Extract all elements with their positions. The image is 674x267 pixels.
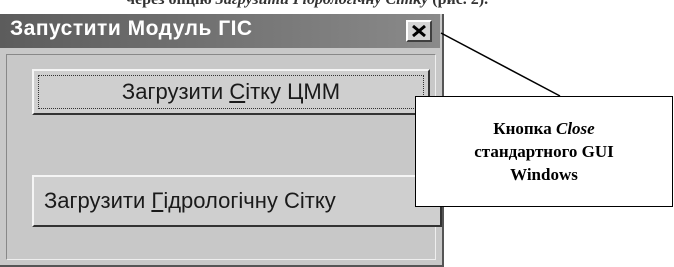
callout-line-3: Windows	[510, 165, 578, 184]
callout-line-1-italic: Close	[555, 119, 595, 138]
callout-line-2: стандартного GUI	[474, 142, 614, 161]
close-button-callout: Кнопка Close стандартного GUI Windows	[415, 96, 673, 207]
callout-line-1: Кнопка Close	[493, 117, 594, 140]
callout-line-1-prefix: Кнопка	[493, 119, 556, 138]
